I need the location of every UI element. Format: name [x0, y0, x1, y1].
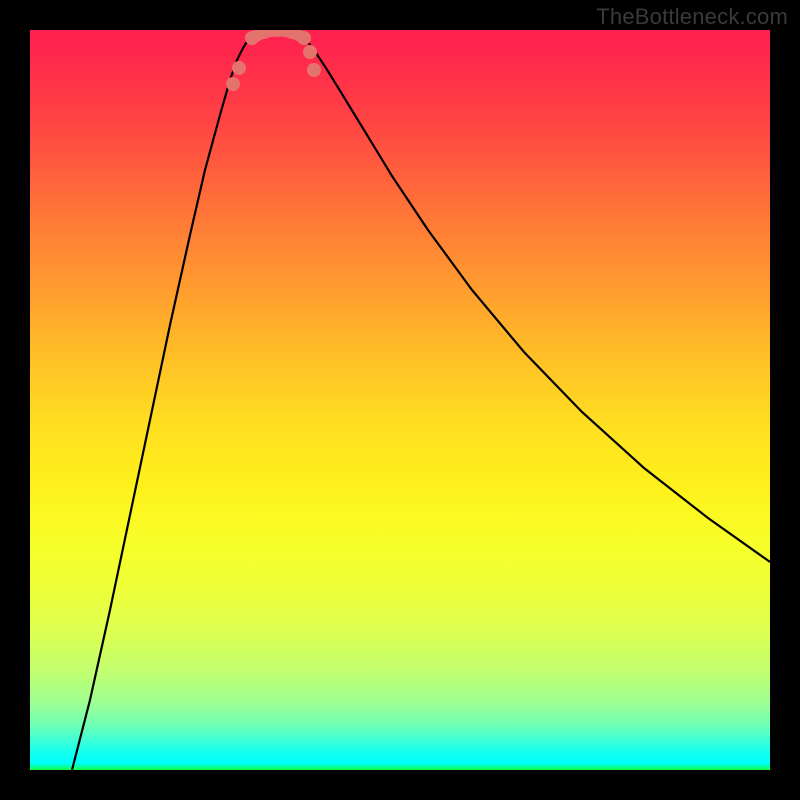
- highlight-dot: [307, 63, 321, 77]
- plot-area: [30, 30, 770, 770]
- highlight-dot: [297, 31, 311, 45]
- highlight-dot: [303, 45, 317, 59]
- watermark-text: TheBottleneck.com: [596, 4, 788, 30]
- frame: TheBottleneck.com: [0, 0, 800, 800]
- bottleneck-curve: [72, 30, 770, 770]
- highlight-dot: [245, 31, 259, 45]
- highlight-dot: [232, 61, 246, 75]
- curve-layer: [30, 30, 770, 770]
- valley-highlight-dots: [226, 30, 321, 91]
- highlight-dot: [226, 77, 240, 91]
